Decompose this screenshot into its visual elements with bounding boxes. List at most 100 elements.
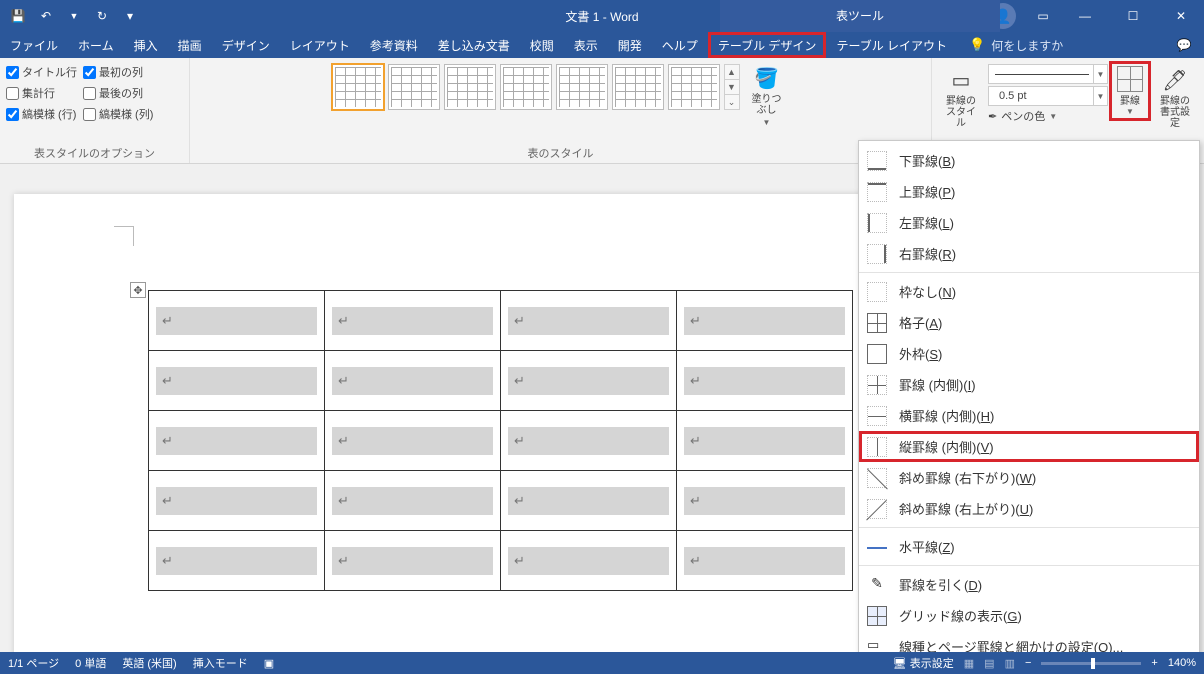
zoom-level[interactable]: 140% — [1168, 657, 1196, 669]
view-read-mode[interactable]: ▦ — [964, 657, 974, 670]
zoom-in-button[interactable]: + — [1151, 657, 1157, 669]
border-painter-button[interactable]: 🖊 罫線の 書式設定 — [1152, 64, 1198, 131]
table-style-item[interactable] — [332, 64, 384, 110]
table-cell[interactable]: ↵ — [325, 351, 501, 411]
menu-left-border[interactable]: 左罫線(L) — [859, 207, 1199, 238]
close-button[interactable]: ✕ — [1158, 0, 1204, 32]
qat-more-icon[interactable]: ▾ — [120, 9, 140, 23]
table-cell[interactable]: ↵ — [501, 471, 677, 531]
menu-bottom-border[interactable]: 下罫線(B) — [859, 145, 1199, 176]
border-styles-button[interactable]: ▭ 罫線の スタイル — [938, 64, 984, 131]
tab-home[interactable]: ホーム — [68, 32, 124, 58]
menu-horizontal-line[interactable]: 水平線(Z) — [859, 531, 1199, 562]
pen-weight-selector[interactable]: 0.5 pt▼ — [988, 86, 1108, 106]
table-move-handle[interactable]: ✥ — [130, 282, 146, 298]
tab-help[interactable]: ヘルプ — [652, 32, 708, 58]
check-last-column[interactable]: 最後の列 — [83, 83, 153, 103]
table-cell[interactable]: ↵ — [149, 531, 325, 591]
paint-bucket-icon: 🪣 — [753, 64, 781, 92]
tab-review[interactable]: 校閲 — [520, 32, 564, 58]
redo-icon[interactable]: ↻ — [92, 9, 112, 23]
table-cell[interactable]: ↵ — [501, 411, 677, 471]
zoom-out-button[interactable]: − — [1025, 657, 1031, 669]
table-cell[interactable]: ↵ — [149, 471, 325, 531]
status-page[interactable]: 1/1 ページ — [8, 655, 59, 671]
tab-layout[interactable]: レイアウト — [280, 32, 360, 58]
status-bar: 1/1 ページ 0 単語 英語 (米国) 挿入モード ▣ 🖥 表示設定 ▦ ▤ … — [0, 652, 1204, 674]
comments-button[interactable]: 💬 — [1164, 32, 1204, 58]
tab-mailings[interactable]: 差し込み文書 — [428, 32, 520, 58]
check-banded-rows[interactable]: 縞模様 (行) — [6, 104, 77, 124]
table-cell[interactable]: ↵ — [677, 351, 853, 411]
table-cell[interactable]: ↵ — [149, 351, 325, 411]
pen-color-selector[interactable]: ✒ ペンの色 ▼ — [988, 108, 1108, 124]
tab-view[interactable]: 表示 — [564, 32, 608, 58]
tell-me-search[interactable]: 💡 何をしますか — [957, 32, 1075, 58]
ribbon-display-options-icon[interactable]: ▭ — [1026, 0, 1060, 32]
borders-dropdown-button[interactable]: 罫線 ▼ — [1112, 64, 1148, 118]
menu-top-border[interactable]: 上罫線(P) — [859, 176, 1199, 207]
menu-all-borders[interactable]: 格子(A) — [859, 307, 1199, 338]
table-style-item[interactable] — [668, 64, 720, 110]
status-insert-mode[interactable]: 挿入モード — [193, 655, 248, 671]
table-cell[interactable]: ↵ — [501, 531, 677, 591]
menu-right-border[interactable]: 右罫線(R) — [859, 238, 1199, 269]
check-banded-columns[interactable]: 縞模様 (列) — [83, 104, 153, 124]
minimize-button[interactable]: — — [1062, 0, 1108, 32]
menu-diagonal-down[interactable]: 斜め罫線 (右下がり)(W) — [859, 462, 1199, 493]
table-style-item[interactable] — [556, 64, 608, 110]
table-cell[interactable]: ↵ — [325, 411, 501, 471]
macro-record-icon[interactable]: ▣ — [264, 657, 274, 670]
menu-outside-borders[interactable]: 外枠(S) — [859, 338, 1199, 369]
group-table-style-options: タイトル行 集計行 縞模様 (行) 最初の列 最後の列 縞模様 (列) 表スタイ… — [0, 58, 190, 163]
zoom-slider[interactable] — [1041, 662, 1141, 665]
table-cell[interactable]: ↵ — [325, 471, 501, 531]
tab-table-layout[interactable]: テーブル レイアウト — [826, 32, 957, 58]
tab-insert[interactable]: 挿入 — [124, 32, 168, 58]
table-cell[interactable]: ↵ — [501, 351, 677, 411]
table-cell[interactable]: ↵ — [501, 291, 677, 351]
view-web-layout[interactable]: ▥ — [1005, 657, 1015, 670]
table-cell[interactable]: ↵ — [325, 531, 501, 591]
status-language[interactable]: 英語 (米国) — [122, 655, 176, 671]
table-cell[interactable]: ↵ — [149, 291, 325, 351]
menu-no-border[interactable]: 枠なし(N) — [859, 276, 1199, 307]
menu-view-gridlines[interactable]: グリッド線の表示(G) — [859, 600, 1199, 631]
table-style-gallery[interactable]: ▲▼⌄ — [332, 62, 740, 110]
pen-style-selector[interactable]: ▼ — [988, 64, 1108, 84]
shading-button[interactable]: 🪣 塗りつぶし ▼ — [744, 62, 790, 129]
tab-developer[interactable]: 開発 — [608, 32, 652, 58]
tab-design[interactable]: デザイン — [212, 32, 280, 58]
tab-references[interactable]: 参考資料 — [360, 32, 428, 58]
view-print-layout[interactable]: ▤ — [984, 657, 994, 670]
check-first-column[interactable]: 最初の列 — [83, 62, 153, 82]
tab-file[interactable]: ファイル — [0, 32, 68, 58]
table-style-item[interactable] — [444, 64, 496, 110]
window-title: 文書 1 - Word — [565, 8, 638, 25]
check-header-row[interactable]: タイトル行 — [6, 62, 77, 82]
table-cell[interactable]: ↵ — [677, 411, 853, 471]
menu-inside-vertical[interactable]: 縦罫線 (内側)(V) — [859, 431, 1199, 462]
menu-inside-borders[interactable]: 罫線 (内側)(I) — [859, 369, 1199, 400]
gallery-scroll[interactable]: ▲▼⌄ — [724, 64, 740, 110]
table-style-item[interactable] — [612, 64, 664, 110]
table-cell[interactable]: ↵ — [149, 411, 325, 471]
table-style-item[interactable] — [500, 64, 552, 110]
save-icon[interactable]: 💾 — [8, 9, 28, 23]
document-table[interactable]: ↵↵↵↵↵↵↵↵↵↵↵↵↵↵↵↵↵↵↵↵ — [148, 290, 853, 591]
tab-table-design[interactable]: テーブル デザイン — [708, 32, 827, 58]
display-settings-button[interactable]: 🖥 表示設定 — [893, 655, 954, 671]
undo-icon[interactable]: ↶ — [36, 9, 56, 23]
table-cell[interactable]: ↵ — [677, 531, 853, 591]
maximize-button[interactable]: ☐ — [1110, 0, 1156, 32]
table-style-item[interactable] — [388, 64, 440, 110]
table-cell[interactable]: ↵ — [677, 291, 853, 351]
menu-inside-horizontal[interactable]: 横罫線 (内側)(H) — [859, 400, 1199, 431]
menu-draw-border[interactable]: ✎罫線を引く(D) — [859, 569, 1199, 600]
check-total-row[interactable]: 集計行 — [6, 83, 77, 103]
table-cell[interactable]: ↵ — [677, 471, 853, 531]
status-word-count[interactable]: 0 単語 — [75, 655, 106, 671]
table-cell[interactable]: ↵ — [325, 291, 501, 351]
menu-diagonal-up[interactable]: 斜め罫線 (右上がり)(U) — [859, 493, 1199, 524]
tab-draw[interactable]: 描画 — [168, 32, 212, 58]
